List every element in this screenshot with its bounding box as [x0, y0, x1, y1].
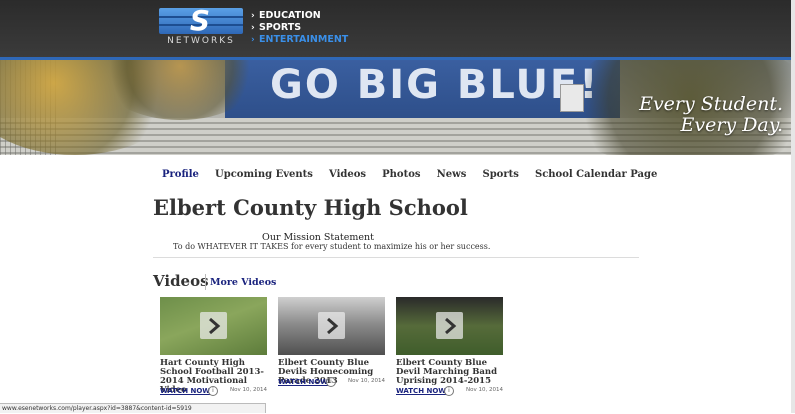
logo-wordmark: NETWORKS: [167, 36, 235, 46]
play-icon[interactable]: [436, 312, 463, 339]
section-divider: [153, 257, 639, 258]
subnav-photos[interactable]: Photos: [382, 169, 420, 180]
heading-separator: [205, 274, 206, 290]
video-thumbnail[interactable]: [396, 297, 503, 355]
chevron-right-icon: ›: [251, 11, 255, 21]
info-icon[interactable]: i: [208, 386, 218, 396]
subnav-sports[interactable]: Sports: [482, 169, 518, 180]
video-date: Nov 10, 2014: [348, 378, 385, 384]
video-card: Hart County High School Football 2013-20…: [160, 297, 268, 397]
page-title: Elbert County High School: [153, 195, 468, 220]
hero-tagline: Every Student. Every Day.: [639, 94, 783, 136]
top-nav: › EDUCATION › SPORTS › ENTERTAINMENT: [251, 10, 348, 46]
top-nav-entertainment[interactable]: › ENTERTAINMENT: [251, 34, 348, 46]
site-logo[interactable]: S NETWORKS: [157, 4, 245, 48]
watch-now-link[interactable]: WATCH NOW: [396, 387, 446, 395]
watch-now-link[interactable]: WATCH NOW: [160, 387, 210, 395]
hero-banner: GO BIG BLUE! Every Student. Every Day.: [0, 60, 795, 155]
play-icon[interactable]: [318, 312, 345, 339]
play-icon[interactable]: [200, 312, 227, 339]
logo-letter: S: [189, 4, 213, 37]
chevron-right-icon: ›: [251, 23, 255, 33]
top-nav-education[interactable]: › EDUCATION: [251, 10, 348, 22]
subnav-profile[interactable]: Profile: [162, 169, 199, 180]
subnav-upcoming-events[interactable]: Upcoming Events: [215, 169, 313, 180]
watch-now-link[interactable]: WATCH NOW: [278, 378, 328, 386]
site-header: S NETWORKS › EDUCATION › SPORTS › ENTERTAIN…: [0, 0, 795, 60]
info-icon[interactable]: i: [326, 377, 336, 387]
top-nav-sports[interactable]: › SPORTS: [251, 22, 348, 34]
hero-tagline-line2: Every Day.: [680, 114, 783, 136]
top-nav-label: SPORTS: [259, 22, 302, 33]
more-videos-link[interactable]: More Videos: [210, 277, 276, 288]
video-thumbnail[interactable]: [278, 297, 385, 355]
mission-text: To do WHATEVER IT TAKES for every studen…: [173, 242, 491, 251]
video-date: Nov 10, 2014: [230, 387, 267, 393]
hero-slogan: GO BIG BLUE!: [270, 62, 600, 108]
videos-heading: Videos: [153, 272, 209, 290]
chevron-right-icon: ›: [251, 35, 255, 45]
subnav-videos[interactable]: Videos: [329, 169, 366, 180]
hero-tagline-line1: Every Student.: [639, 93, 783, 115]
scrollbar-track[interactable]: [791, 0, 795, 413]
video-card: Elbert County Blue Devil Marching Band U…: [396, 297, 504, 397]
subnav-school-calendar[interactable]: School Calendar Page: [535, 169, 657, 180]
video-card: Elbert County Blue Devils Homecoming Par…: [278, 297, 386, 397]
subnav-news[interactable]: News: [437, 169, 467, 180]
top-nav-label: ENTERTAINMENT: [259, 34, 349, 45]
info-icon[interactable]: i: [444, 386, 454, 396]
school-subnav: Profile Upcoming Events Videos Photos Ne…: [162, 162, 668, 181]
top-nav-label: EDUCATION: [259, 10, 321, 21]
video-title[interactable]: Elbert County Blue Devil Marching Band U…: [396, 359, 506, 386]
status-bar-url: www.esenetworks.com/player.aspx?id=3887&…: [0, 403, 266, 413]
video-thumbnail[interactable]: [160, 297, 267, 355]
video-date: Nov 10, 2014: [466, 387, 503, 393]
